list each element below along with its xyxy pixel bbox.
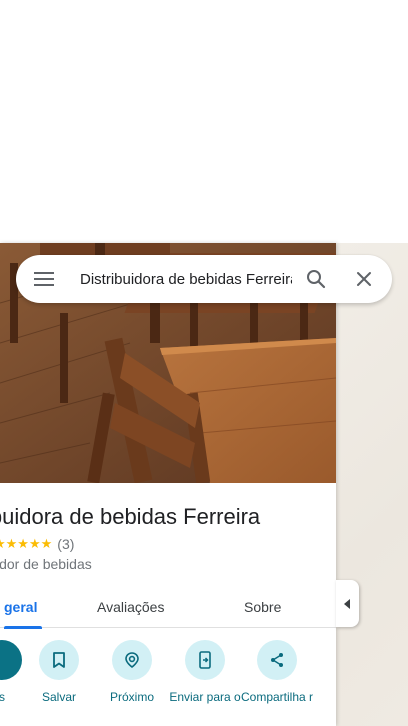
tab-about-label: Sobre xyxy=(244,599,282,615)
maps-page: geral Avaliações Sobre s Salvar Próximo … xyxy=(0,0,408,726)
close-button[interactable] xyxy=(340,255,388,303)
search-icon xyxy=(307,270,326,289)
share-icon xyxy=(257,640,297,680)
menu-button[interactable] xyxy=(16,255,72,303)
tab-about[interactable]: Sobre xyxy=(244,586,281,628)
send-to-phone-label: Enviar para o xyxy=(169,690,241,704)
collapse-panel-button[interactable] xyxy=(336,580,359,627)
tab-overview-label: geral xyxy=(4,599,38,615)
tab-active-indicator xyxy=(4,626,42,629)
rating-row[interactable]: ★★★★★ (3) xyxy=(0,536,74,552)
share-label: Compartilha r xyxy=(240,690,314,704)
save-button[interactable]: Salvar xyxy=(23,640,95,704)
place-category[interactable]: idor de bebidas xyxy=(0,556,92,572)
rating-stars: ★★★★★ xyxy=(0,536,53,551)
place-panel: geral Avaliações Sobre s Salvar Próximo … xyxy=(0,243,336,726)
nearby-button[interactable]: Próximo xyxy=(96,640,168,704)
tab-overview[interactable]: geral xyxy=(4,586,42,629)
send-to-phone-icon xyxy=(185,640,225,680)
search-bar: Distribuidora de bebidas Ferreira xyxy=(16,255,392,303)
place-tabs: geral Avaliações Sobre xyxy=(0,586,336,629)
tab-reviews-label: Avaliações xyxy=(97,599,165,615)
search-input[interactable]: Distribuidora de bebidas Ferreira xyxy=(72,271,292,288)
nearby-label: Próximo xyxy=(109,690,154,704)
action-buttons: s Salvar Próximo Enviar para o Compartil… xyxy=(0,640,336,726)
chevron-left-icon xyxy=(343,598,350,609)
tab-reviews[interactable]: Avaliações xyxy=(97,586,164,628)
search-button[interactable] xyxy=(292,255,340,303)
share-button[interactable]: Compartilha r xyxy=(241,640,313,704)
save-label: Salvar xyxy=(41,690,76,704)
place-title: ibuidora de bebidas Ferreira xyxy=(0,504,261,529)
directions-icon xyxy=(0,640,22,680)
close-icon xyxy=(357,272,371,286)
send-to-phone-button[interactable]: Enviar para o xyxy=(169,640,241,704)
nearby-icon xyxy=(112,640,152,680)
review-count: (3) xyxy=(57,536,75,552)
map-canvas[interactable] xyxy=(336,243,408,726)
bookmark-icon xyxy=(39,640,79,680)
menu-icon xyxy=(34,272,54,286)
